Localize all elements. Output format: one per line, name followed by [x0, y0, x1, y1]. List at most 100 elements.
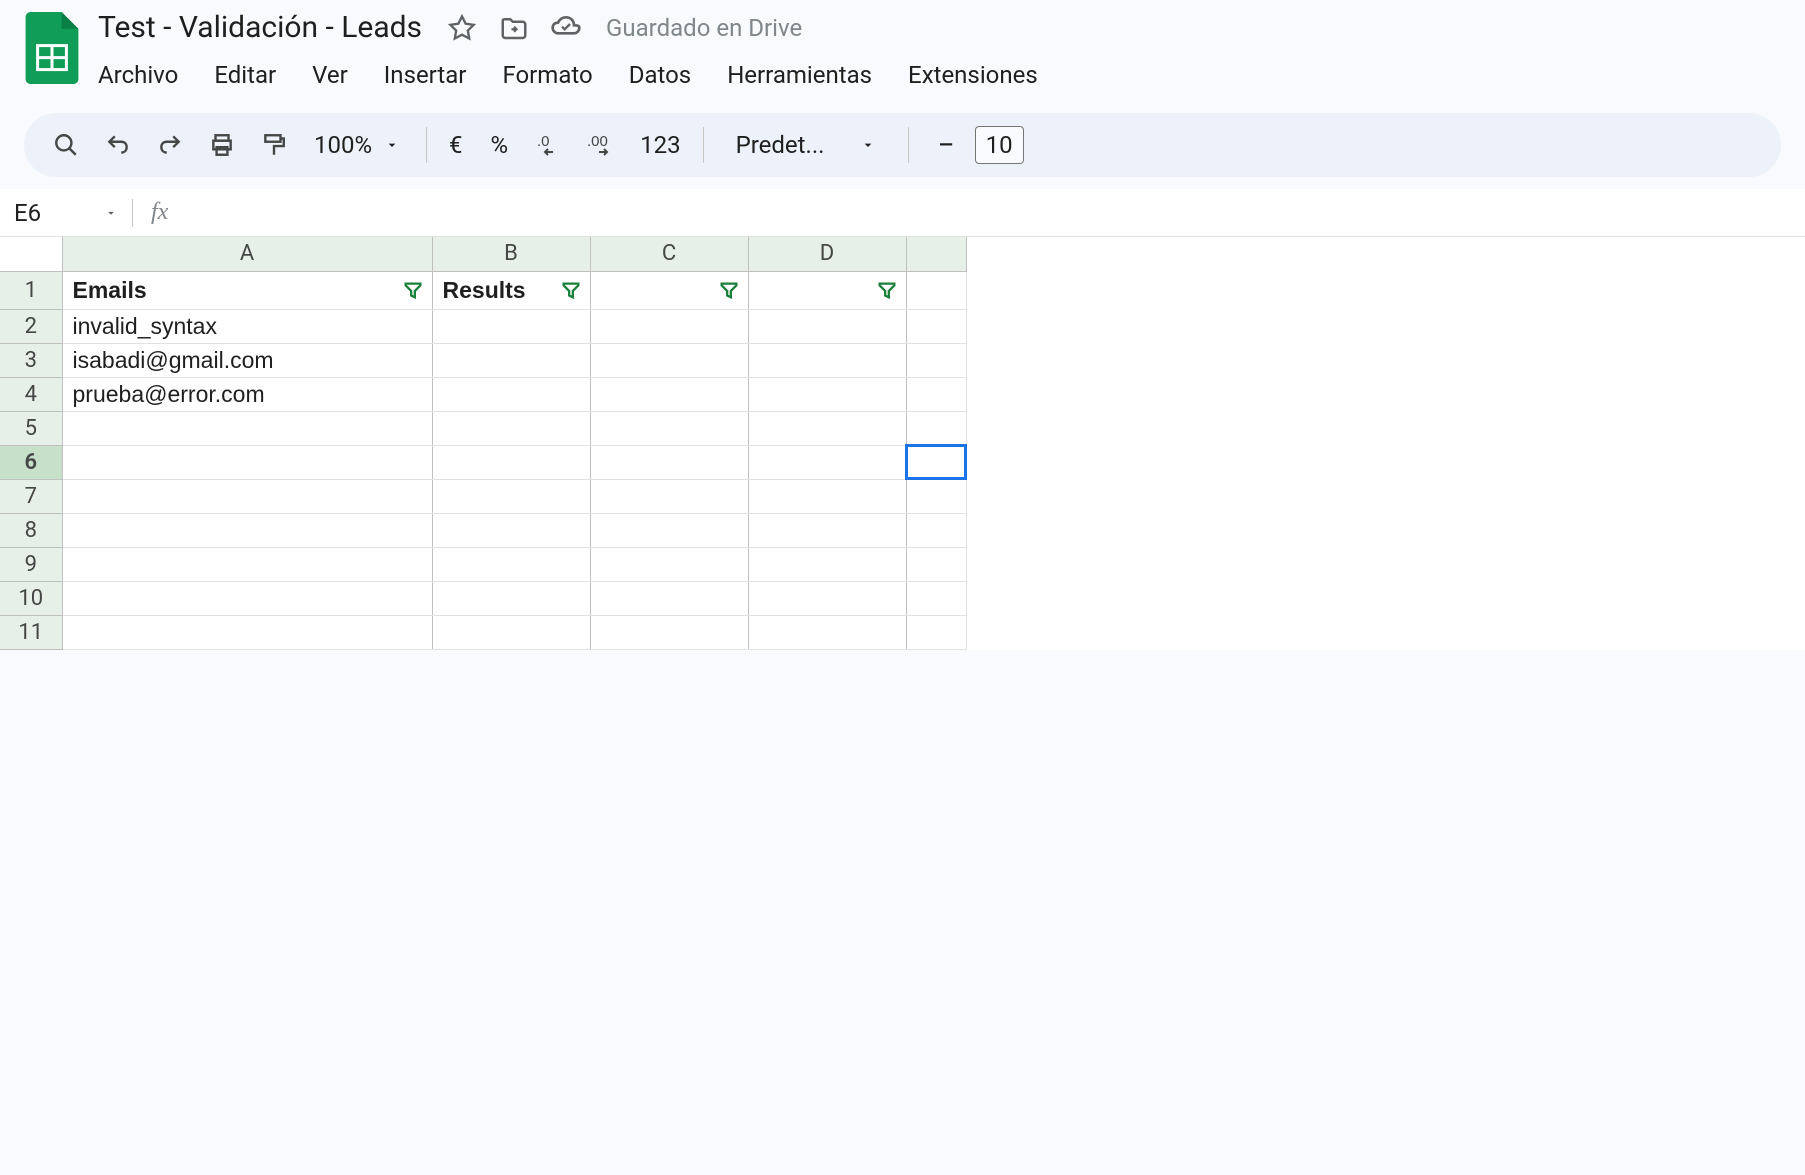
star-icon[interactable] [446, 12, 478, 44]
cell-D11[interactable] [748, 615, 906, 649]
cell-A5[interactable] [62, 411, 432, 445]
undo-icon[interactable] [96, 123, 140, 167]
cell-C3[interactable] [590, 343, 748, 377]
column-header-E[interactable] [906, 237, 966, 271]
cell-C8[interactable] [590, 513, 748, 547]
formula-input[interactable] [186, 189, 1805, 236]
row-header-6[interactable]: 6 [0, 445, 62, 479]
row-header-8[interactable]: 8 [0, 513, 62, 547]
filter-icon[interactable] [402, 279, 424, 301]
row-header-2[interactable]: 2 [0, 309, 62, 343]
cell-E5[interactable] [906, 411, 966, 445]
cell-E2[interactable] [906, 309, 966, 343]
row-header-9[interactable]: 9 [0, 547, 62, 581]
column-header-C[interactable]: C [590, 237, 748, 271]
filter-icon[interactable] [560, 279, 582, 301]
number-format-button[interactable]: 123 [634, 131, 686, 159]
decrease-font-button[interactable]: − [925, 128, 966, 163]
cell-D7[interactable] [748, 479, 906, 513]
cell-A1[interactable]: Emails [62, 271, 432, 309]
cell-E1[interactable] [906, 271, 966, 309]
cell-A11[interactable] [62, 615, 432, 649]
paint-format-icon[interactable] [252, 123, 296, 167]
menu-datos[interactable]: Datos [611, 53, 710, 97]
currency-button[interactable]: € [443, 131, 469, 159]
cell-B5[interactable] [432, 411, 590, 445]
cell-D8[interactable] [748, 513, 906, 547]
cell-D6[interactable] [748, 445, 906, 479]
cell-A3[interactable]: isabadi@gmail.com [62, 343, 432, 377]
document-title[interactable]: Test - Validación - Leads [92, 8, 428, 47]
cell-B4[interactable] [432, 377, 590, 411]
row-header-1[interactable]: 1 [0, 271, 62, 309]
cell-C7[interactable] [590, 479, 748, 513]
cell-C1[interactable] [590, 271, 748, 309]
menu-editar[interactable]: Editar [196, 53, 294, 97]
cell-D3[interactable] [748, 343, 906, 377]
menu-formato[interactable]: Formato [484, 53, 610, 97]
row-header-10[interactable]: 10 [0, 581, 62, 615]
cell-A10[interactable] [62, 581, 432, 615]
redo-icon[interactable] [148, 123, 192, 167]
cell-C9[interactable] [590, 547, 748, 581]
cell-C2[interactable] [590, 309, 748, 343]
cell-E10[interactable] [906, 581, 966, 615]
menu-ver[interactable]: Ver [294, 53, 366, 97]
cell-B8[interactable] [432, 513, 590, 547]
cell-C5[interactable] [590, 411, 748, 445]
cell-E3[interactable] [906, 343, 966, 377]
cell-D9[interactable] [748, 547, 906, 581]
cell-A7[interactable] [62, 479, 432, 513]
cell-B1[interactable]: Results [432, 271, 590, 309]
cell-D1[interactable] [748, 271, 906, 309]
percent-button[interactable]: % [477, 131, 523, 159]
cell-B2[interactable] [432, 309, 590, 343]
cell-B9[interactable] [432, 547, 590, 581]
cell-B10[interactable] [432, 581, 590, 615]
cell-E7[interactable] [906, 479, 966, 513]
row-header-5[interactable]: 5 [0, 411, 62, 445]
cell-C4[interactable] [590, 377, 748, 411]
cell-reference-dropdown[interactable]: E6 [0, 199, 132, 227]
column-header-D[interactable]: D [748, 237, 906, 271]
cell-A9[interactable] [62, 547, 432, 581]
cell-D2[interactable] [748, 309, 906, 343]
decrease-decimal-icon[interactable]: .0 [530, 123, 574, 167]
row-header-7[interactable]: 7 [0, 479, 62, 513]
move-folder-icon[interactable] [498, 12, 530, 44]
cell-E4[interactable] [906, 377, 966, 411]
spreadsheet-grid[interactable]: A B C D 1 Emails Results [0, 237, 1805, 650]
cell-D5[interactable] [748, 411, 906, 445]
zoom-dropdown[interactable]: 100% [304, 131, 410, 159]
menu-insertar[interactable]: Insertar [366, 53, 485, 97]
cell-B6[interactable] [432, 445, 590, 479]
font-size-input[interactable]: 10 [975, 126, 1024, 164]
cell-E9[interactable] [906, 547, 966, 581]
menu-herramientas[interactable]: Herramientas [709, 53, 890, 97]
search-icon[interactable] [44, 123, 88, 167]
cell-A4[interactable]: prueba@error.com [62, 377, 432, 411]
cell-B7[interactable] [432, 479, 590, 513]
print-icon[interactable] [200, 123, 244, 167]
cell-E8[interactable] [906, 513, 966, 547]
font-dropdown[interactable]: Predet... [720, 131, 893, 159]
cell-A2[interactable]: invalid_syntax [62, 309, 432, 343]
row-header-4[interactable]: 4 [0, 377, 62, 411]
cell-A8[interactable] [62, 513, 432, 547]
column-header-A[interactable]: A [62, 237, 432, 271]
cell-B11[interactable] [432, 615, 590, 649]
cell-E6[interactable] [906, 445, 966, 479]
menu-extensiones[interactable]: Extensiones [890, 53, 1056, 97]
cell-D4[interactable] [748, 377, 906, 411]
cell-C6[interactable] [590, 445, 748, 479]
row-header-3[interactable]: 3 [0, 343, 62, 377]
filter-icon[interactable] [718, 279, 740, 301]
row-header-11[interactable]: 11 [0, 615, 62, 649]
menu-archivo[interactable]: Archivo [92, 53, 196, 97]
increase-decimal-icon[interactable]: .00 [582, 123, 626, 167]
cell-D10[interactable] [748, 581, 906, 615]
cell-B3[interactable] [432, 343, 590, 377]
cell-C11[interactable] [590, 615, 748, 649]
select-all-corner[interactable] [0, 237, 62, 271]
cell-C10[interactable] [590, 581, 748, 615]
